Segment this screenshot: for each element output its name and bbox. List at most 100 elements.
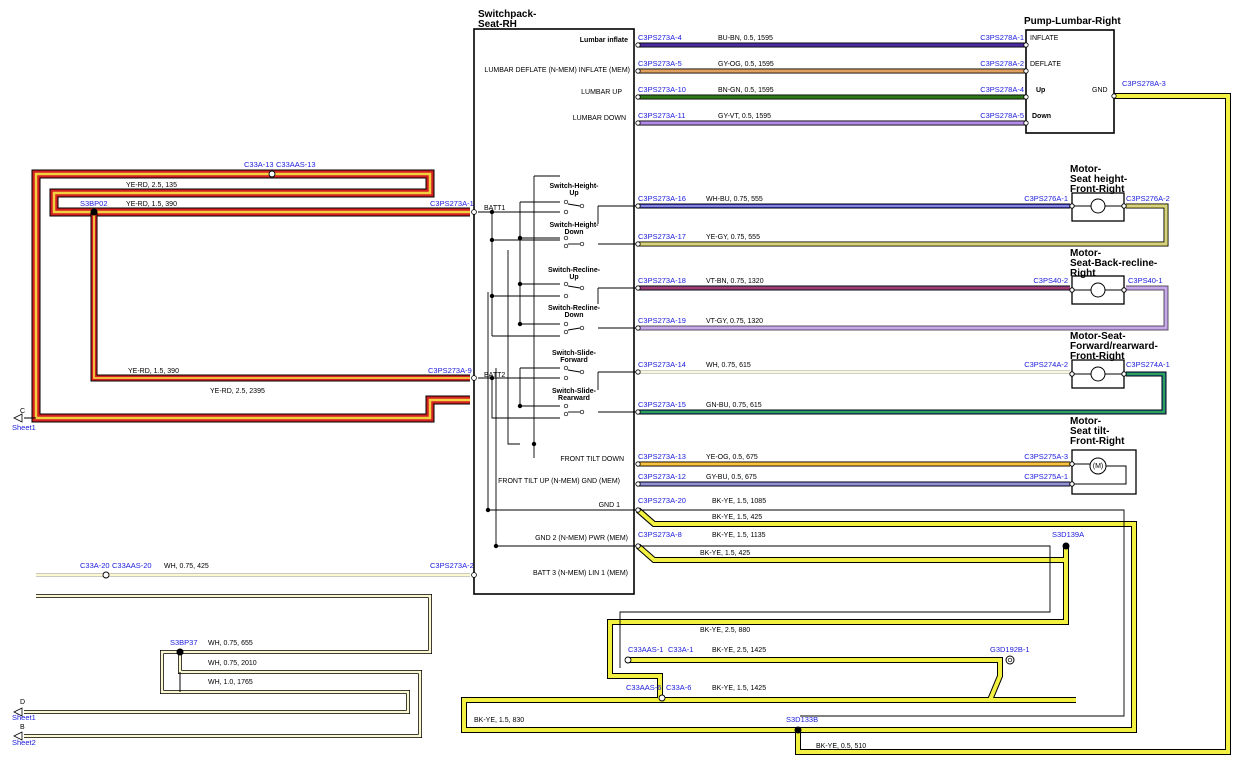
svg-text:C3PS278A-1: C3PS278A-1 bbox=[980, 33, 1024, 42]
motor-icon bbox=[1090, 198, 1106, 214]
switchpack-title: Switchpack- Seat-RH bbox=[478, 9, 536, 30]
svg-text:C3PS40-1: C3PS40-1 bbox=[1128, 276, 1163, 285]
svg-text:FRONT TILT UP (N-MEM) GND (MEM: FRONT TILT UP (N-MEM) GND (MEM) bbox=[498, 478, 620, 485]
motor-tilt-inner-label: (M) bbox=[1093, 463, 1104, 470]
svg-text:BK-YE, 2.5, 880: BK-YE, 2.5, 880 bbox=[700, 627, 750, 634]
svg-text:Down: Down bbox=[564, 312, 583, 319]
yerd-135-wire-b-core bbox=[52, 172, 470, 214]
motor-recline bbox=[1069, 275, 1127, 305]
svg-text:Front-Right: Front-Right bbox=[1070, 351, 1125, 362]
svg-text:C3PS273A-15: C3PS273A-15 bbox=[638, 400, 686, 409]
connector-c33a6 bbox=[658, 694, 666, 702]
svg-text:Up: Up bbox=[569, 274, 578, 281]
svg-text:C33AAS-6: C33AAS-6 bbox=[626, 683, 661, 692]
svg-text:C3PS273A-20: C3PS273A-20 bbox=[638, 496, 686, 505]
svg-text:Switch-Height-: Switch-Height- bbox=[550, 222, 600, 229]
svg-text:G3D192B-1: G3D192B-1 bbox=[990, 645, 1030, 654]
svg-text:YE-RD, 2.5, 135: YE-RD, 2.5, 135 bbox=[126, 182, 177, 189]
svg-text:BN-GN, 0.5, 1595: BN-GN, 0.5, 1595 bbox=[718, 87, 774, 94]
svg-text:C3PS275A-3: C3PS275A-3 bbox=[1024, 452, 1068, 461]
svg-text:Switch-Recline-: Switch-Recline- bbox=[548, 305, 601, 312]
svg-text:C3PS273A-8: C3PS273A-8 bbox=[638, 530, 682, 539]
svg-text:C33AAS-1: C33AAS-1 bbox=[628, 645, 663, 654]
svg-text:GY-VT, 0.5, 1595: GY-VT, 0.5, 1595 bbox=[718, 113, 771, 120]
svg-text:YE-OG, 0.5, 675: YE-OG, 0.5, 675 bbox=[706, 454, 758, 461]
svg-text:WH, 0.75, 2010: WH, 0.75, 2010 bbox=[208, 660, 257, 667]
svg-text:C3PS274A-2: C3PS274A-2 bbox=[1024, 360, 1068, 369]
wiring-diagram: (M) Switchpack- Seat-RH Lumbar inflate L… bbox=[12, 9, 1231, 755]
svg-text:Front-Right: Front-Right bbox=[1070, 436, 1125, 447]
svg-text:GN-BU, 0.75, 615: GN-BU, 0.75, 615 bbox=[706, 402, 762, 409]
svg-text:Rearward: Rearward bbox=[558, 395, 590, 402]
svg-text:Sheet1: Sheet1 bbox=[12, 713, 36, 722]
svg-text:GND 1: GND 1 bbox=[599, 502, 621, 509]
svg-text:C3PS273A-16: C3PS273A-16 bbox=[638, 194, 686, 203]
svg-text:C3PS273A-1: C3PS273A-1 bbox=[430, 199, 474, 208]
svg-text:C3PS273A-10: C3PS273A-10 bbox=[638, 85, 686, 94]
splice-s3bp37 bbox=[176, 648, 184, 656]
svg-text:C33A-6: C33A-6 bbox=[666, 683, 691, 692]
svg-text:Switch-Height-: Switch-Height- bbox=[550, 183, 600, 190]
svg-text:BK-YE, 0.5, 510: BK-YE, 0.5, 510 bbox=[816, 743, 866, 750]
svg-text:S3D139A: S3D139A bbox=[1052, 530, 1084, 539]
svg-text:C3PS278A-5: C3PS278A-5 bbox=[980, 111, 1024, 120]
connector-c33a13 bbox=[268, 170, 276, 178]
svg-text:C3PS273A-18: C3PS273A-18 bbox=[638, 276, 686, 285]
svg-text:Down: Down bbox=[564, 229, 583, 236]
splice-s3bp02 bbox=[90, 208, 98, 216]
svg-text:C3PS275A-1: C3PS275A-1 bbox=[1024, 472, 1068, 481]
svg-text:Down: Down bbox=[1032, 113, 1051, 120]
svg-text:S3BP02: S3BP02 bbox=[80, 199, 108, 208]
svg-text:C33A-13: C33A-13 bbox=[244, 160, 274, 169]
svg-text:GND 2 (N-MEM) PWR (MEM): GND 2 (N-MEM) PWR (MEM) bbox=[535, 535, 628, 542]
connector-c33a20 bbox=[102, 571, 110, 579]
svg-text:WH, 0.75, 425: WH, 0.75, 425 bbox=[164, 563, 209, 570]
svg-text:Sheet1: Sheet1 bbox=[12, 423, 36, 432]
svg-text:LUMBAR DEFLATE (N-MEM) INFLATE: LUMBAR DEFLATE (N-MEM) INFLATE (MEM) bbox=[484, 67, 630, 74]
motor-slide bbox=[1069, 359, 1127, 389]
svg-text:C3PS273A-2: C3PS273A-2 bbox=[430, 561, 474, 570]
svg-text:BK-YE, 1.5, 1425: BK-YE, 1.5, 1425 bbox=[712, 685, 766, 692]
svg-text:BU-BN, 0.5, 1595: BU-BN, 0.5, 1595 bbox=[718, 35, 773, 42]
svg-text:YE-GY, 0.75, 555: YE-GY, 0.75, 555 bbox=[706, 234, 760, 241]
svg-text:BK-YE, 1.5, 425: BK-YE, 1.5, 425 bbox=[712, 514, 762, 521]
svg-text:BK-YE, 1.5, 1085: BK-YE, 1.5, 1085 bbox=[712, 498, 766, 505]
svg-text:BK-YE, 2.5, 1425: BK-YE, 2.5, 1425 bbox=[712, 647, 766, 654]
svg-text:C3PS278A-2: C3PS278A-2 bbox=[980, 59, 1024, 68]
svg-text:C3PS278A-4: C3PS278A-4 bbox=[980, 85, 1024, 94]
motor-tilt: (M) bbox=[1069, 449, 1137, 495]
svg-text:C3PS273A-13: C3PS273A-13 bbox=[638, 452, 686, 461]
svg-text:D: D bbox=[20, 699, 25, 706]
svg-text:GY-BU, 0.5, 675: GY-BU, 0.5, 675 bbox=[706, 474, 757, 481]
svg-text:WH-BU, 0.75, 555: WH-BU, 0.75, 555 bbox=[706, 196, 763, 203]
svg-text:Switch-Slide-: Switch-Slide- bbox=[552, 350, 597, 357]
svg-text:VT-GY, 0.75, 1320: VT-GY, 0.75, 1320 bbox=[706, 318, 763, 325]
svg-text:Sheet2: Sheet2 bbox=[12, 738, 36, 747]
svg-text:Switch-Slide-: Switch-Slide- bbox=[552, 388, 597, 395]
svg-text:Forward: Forward bbox=[560, 357, 588, 364]
svg-text:YE-RD, 2.5, 2395: YE-RD, 2.5, 2395 bbox=[210, 388, 265, 395]
splice-s3d139a bbox=[1062, 542, 1070, 550]
svg-text:Right: Right bbox=[1070, 268, 1096, 279]
svg-text:Front-Right: Front-Right bbox=[1070, 184, 1125, 195]
svg-text:FRONT TILT DOWN: FRONT TILT DOWN bbox=[560, 456, 624, 463]
svg-text:LUMBAR DOWN: LUMBAR DOWN bbox=[573, 115, 626, 122]
svg-text:S3BP37: S3BP37 bbox=[170, 638, 198, 647]
connector-c33a1 bbox=[624, 656, 632, 664]
svg-text:BK-YE, 1.5, 1135: BK-YE, 1.5, 1135 bbox=[712, 532, 766, 539]
motor-height bbox=[1069, 192, 1127, 222]
svg-text:YE-RD, 1.5, 390: YE-RD, 1.5, 390 bbox=[126, 201, 177, 208]
svg-text:GY-OG, 0.5, 1595: GY-OG, 0.5, 1595 bbox=[718, 61, 774, 68]
svg-text:BK-YE, 1.5, 830: BK-YE, 1.5, 830 bbox=[474, 717, 524, 724]
svg-text:DEFLATE: DEFLATE bbox=[1030, 61, 1061, 68]
svg-text:C33A-1: C33A-1 bbox=[668, 645, 693, 654]
svg-text:C3PS273A-17: C3PS273A-17 bbox=[638, 232, 686, 241]
yerd-390-wire-core bbox=[93, 212, 470, 379]
splice-s3d133b bbox=[794, 726, 802, 734]
svg-text:Up: Up bbox=[569, 190, 578, 197]
switch-internal-wiring bbox=[478, 175, 636, 547]
svg-text:Lumbar inflate: Lumbar inflate bbox=[580, 37, 628, 44]
svg-text:C3PS273A-4: C3PS273A-4 bbox=[638, 33, 682, 42]
svg-text:YE-RD, 1.5, 390: YE-RD, 1.5, 390 bbox=[128, 368, 179, 375]
svg-text:VT-BN, 0.75, 1320: VT-BN, 0.75, 1320 bbox=[706, 278, 764, 285]
